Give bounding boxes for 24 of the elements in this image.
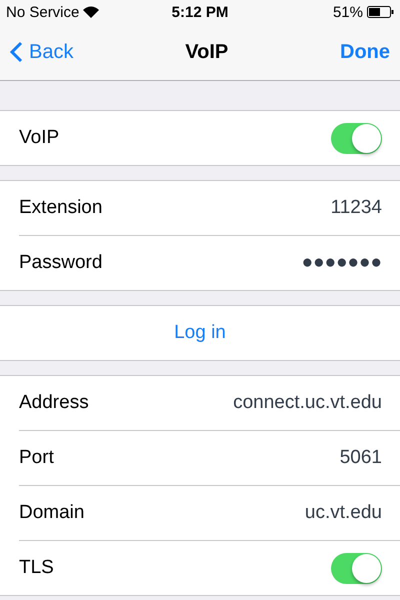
wifi-icon [83, 6, 100, 18]
setting-value[interactable]: uc.vt.edu [304, 502, 382, 524]
setting-value[interactable]: connect.uc.vt.edu [233, 392, 382, 414]
carrier-name: No Service [6, 4, 80, 20]
setting-label: Domain [19, 502, 84, 524]
back-button[interactable]: Back [10, 40, 74, 64]
toggle-switch[interactable] [331, 122, 382, 154]
screen-title: VoIP [185, 40, 228, 64]
setting-label: Address [19, 392, 89, 414]
login-link[interactable]: Log in [174, 322, 226, 344]
setting-label: Password [19, 252, 102, 274]
setting-label: VoIP [19, 127, 60, 149]
setting-value[interactable]: 5061 [340, 447, 382, 469]
setting-value[interactable]: ●●●●●●● [302, 252, 382, 274]
setting-value[interactable]: 11234 [330, 197, 382, 219]
setting-label: Extension [19, 197, 102, 219]
done-button[interactable]: Done [340, 40, 390, 64]
toggle-switch[interactable] [331, 552, 382, 584]
status-time: 5:12 PM [172, 4, 228, 20]
battery-icon [366, 6, 394, 18]
chevron-left-icon [10, 41, 23, 63]
battery-percent: 51% [332, 4, 363, 20]
setting-label: TLS [19, 557, 54, 579]
setting-label: Port [19, 447, 54, 469]
